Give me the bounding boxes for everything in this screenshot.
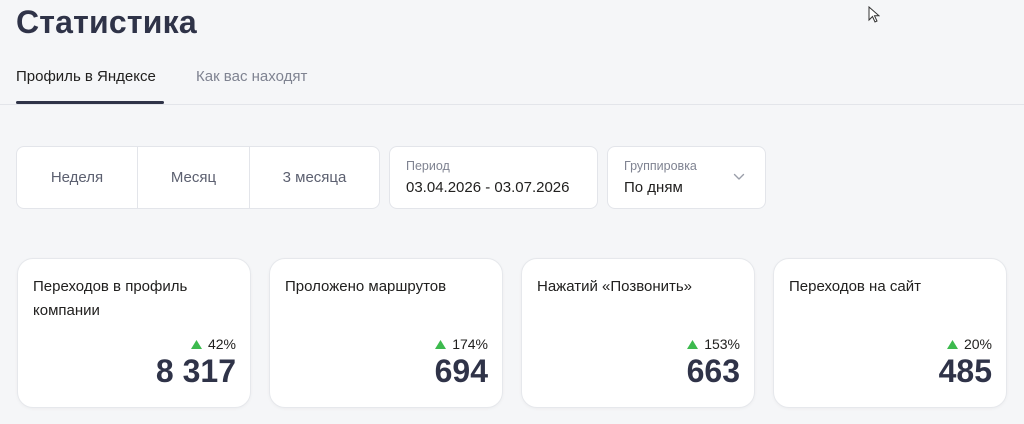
stat-card-delta: 174% bbox=[435, 335, 488, 353]
stat-card-routes: Проложено маршрутов 174% 694 bbox=[269, 258, 503, 408]
stat-card-title: Переходов на сайт bbox=[789, 278, 921, 295]
tab-how-you-are-found[interactable]: Как вас находят bbox=[196, 68, 307, 85]
period-label: Период bbox=[406, 159, 450, 173]
stat-card-delta-value: 153% bbox=[704, 336, 740, 352]
period-presets: Неделя Месяц 3 месяца bbox=[16, 146, 380, 209]
stat-card-value: 485 bbox=[938, 353, 992, 389]
tab-bar: Профиль в Яндексе Как вас находят bbox=[0, 62, 1024, 105]
stat-card-title: Проложено маршрутов bbox=[285, 278, 447, 295]
period-date-range-field[interactable]: Период 03.04.2026 - 03.07.2026 bbox=[389, 146, 598, 209]
grouping-value: По дням bbox=[624, 179, 683, 196]
stat-card-delta: 42% bbox=[190, 335, 236, 353]
stat-card-delta-value: 42% bbox=[207, 336, 236, 352]
stat-card-delta: 153% bbox=[687, 335, 740, 353]
triangle-up-icon bbox=[687, 339, 699, 349]
preset-week-button[interactable]: Неделя bbox=[17, 147, 137, 208]
stat-card-title: Переходов в профиль компании bbox=[33, 278, 188, 319]
stat-card-delta-value: 20% bbox=[963, 336, 992, 352]
grouping-select[interactable]: Группировка По дням bbox=[607, 146, 766, 209]
stat-card-title: Нажатий «Позвонить» bbox=[537, 278, 693, 295]
stat-card-delta: 20% bbox=[946, 335, 992, 353]
tab-profile-in-yandex[interactable]: Профиль в Яндексе bbox=[16, 68, 156, 85]
stat-card-value: 694 bbox=[434, 353, 488, 389]
triangle-up-icon bbox=[946, 339, 958, 349]
triangle-up-icon bbox=[190, 339, 202, 349]
period-value: 03.04.2026 - 03.07.2026 bbox=[406, 179, 570, 196]
preset-3-months-button[interactable]: 3 месяца bbox=[249, 147, 379, 208]
stat-card-value: 8 317 bbox=[155, 353, 236, 389]
grouping-label: Группировка bbox=[624, 159, 697, 173]
stat-card-profile-visits: Переходов в профиль компании 42% 8 317 bbox=[17, 258, 251, 408]
preset-month-button[interactable]: Месяц bbox=[137, 147, 249, 208]
triangle-up-icon bbox=[435, 339, 447, 349]
stat-card-site-visits: Переходов на сайт 20% 485 bbox=[773, 258, 1007, 408]
page-title: Статистика bbox=[16, 4, 197, 40]
active-tab-indicator bbox=[16, 101, 164, 104]
mouse-cursor-icon bbox=[868, 6, 880, 23]
stat-card-calls: Нажатий «Позвонить» 153% 663 bbox=[521, 258, 755, 408]
stat-card-delta-value: 174% bbox=[452, 336, 488, 352]
stat-card-value: 663 bbox=[686, 353, 740, 389]
chevron-down-icon bbox=[733, 173, 745, 180]
